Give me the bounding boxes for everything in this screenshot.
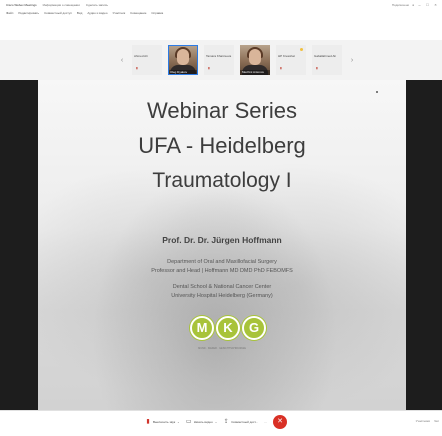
chat-button[interactable]: Чат	[434, 419, 439, 423]
chevron-down-icon[interactable]: ⌄	[215, 420, 218, 424]
logo-tagline: MUND · KIEFER · GESICHTSCHIRURGIE	[198, 347, 246, 350]
logo-letter-g: G	[242, 316, 266, 340]
participant-tile[interactable]: Ahmed Ali ▮	[132, 45, 162, 75]
speaker-title: Professor and Head | Hoffmann MD DMD PhD…	[151, 268, 293, 274]
participants-strip: ‹ Ahmed Ali ▮ Oleg Dyakov Tamara Kharzee…	[0, 40, 442, 81]
app-title-bar: Cisco Webex Meetings Информация о совеща…	[0, 0, 442, 41]
mic-muted-icon: ▮	[136, 66, 138, 70]
menu-view[interactable]: Вид	[77, 11, 82, 15]
participant-video[interactable]: Oleg Dyakov	[168, 45, 198, 75]
tab-webex-meetings[interactable]: Cisco Webex Meetings	[6, 3, 37, 7]
connection-status: Подключено	[391, 3, 410, 7]
participant-tile[interactable]: HP Kresshat ▮	[276, 45, 306, 75]
active-speaker-outline	[168, 45, 198, 75]
participant-name: HP Kresshat	[278, 54, 295, 58]
mic-muted-icon: ▮	[208, 66, 210, 70]
participant-name: Gaballahmed Ali	[314, 54, 336, 58]
shared-content-stage: Webinar Series UFA - Heidelberg Traumato…	[0, 80, 442, 410]
mouse-cursor	[376, 91, 378, 93]
logo-letter-k: K	[216, 316, 240, 340]
lock-icon: ●	[412, 3, 414, 7]
mic-muted-icon: ▮	[280, 66, 282, 70]
menu-bar: Файл Редактировать Совместный доступ Вид…	[6, 11, 163, 15]
leave-meeting-button[interactable]: ✕	[273, 415, 288, 429]
logo-letter-m: M	[190, 316, 214, 340]
share-label: Совместный дост...	[231, 420, 259, 424]
close-button[interactable]: ×	[433, 3, 438, 7]
mic-muted-icon: ▮	[316, 66, 318, 70]
camera-icon: ▭	[185, 419, 192, 425]
participant-face	[249, 49, 261, 65]
maximize-button[interactable]: □	[425, 3, 430, 7]
logo-circles: M K G	[190, 316, 266, 340]
chevron-left-icon[interactable]: ‹	[118, 40, 126, 80]
menu-edit[interactable]: Редактировать	[18, 11, 39, 15]
right-panel-controls: Участники Чат	[416, 419, 439, 423]
start-video-label: Начать видео	[193, 420, 213, 424]
menu-help[interactable]: Справка	[151, 11, 163, 15]
speaker-department: Department of Oral and Maxillofacial Sur…	[167, 259, 277, 265]
chevron-down-icon[interactable]: ⌄	[177, 420, 180, 424]
more-options-button[interactable]: …	[264, 415, 267, 429]
menu-participant[interactable]: Участник	[113, 11, 126, 15]
participant-name: Tamara Kharzeeva	[206, 54, 232, 58]
mute-label: Выключить звук	[153, 420, 176, 424]
participant-tile[interactable]: Gaballahmed Ali ▮	[312, 45, 342, 75]
menu-share[interactable]: Совместный доступ	[44, 11, 72, 15]
mute-button[interactable]: ▮ Выключить звук ⌄	[145, 415, 180, 429]
menu-file[interactable]: Файл	[6, 11, 13, 15]
slide-title-line3: Traumatology I	[152, 169, 292, 192]
chevron-right-icon[interactable]: ›	[348, 40, 356, 80]
share-icon: ⇪	[223, 419, 229, 425]
minimize-button[interactable]: –	[417, 3, 422, 7]
menu-audio-video[interactable]: Аудио и видео	[87, 11, 107, 15]
institution-line2: University Hospital Heidelberg (Germany)	[171, 293, 273, 299]
tab-meeting-info[interactable]: Информация о совещании	[43, 3, 80, 7]
share-button[interactable]: ⇪ Совместный дост...	[223, 415, 258, 429]
institution-line1: Dental School & National Cancer Center	[172, 284, 272, 290]
tab-record[interactable]: Сделать запись	[86, 3, 108, 7]
meeting-controls-bar: ▮ Выключить звук ⌄ ▭ Начать видео ⌄ ⇪ Со…	[0, 410, 442, 436]
participant-name: Mechini Antonov	[240, 70, 270, 75]
participant-video[interactable]: Mechini Antonov	[240, 45, 270, 75]
top-tab-row: Cisco Webex Meetings Информация о совеща…	[6, 3, 108, 7]
raise-hand-icon	[300, 48, 303, 51]
mkg-logo: M K G MUND · KIEFER · GESICHTSCHIRURGIE	[186, 316, 266, 364]
menu-meeting[interactable]: Совещание	[130, 11, 146, 15]
slide-title-line2: UFA - Heidelberg	[138, 133, 306, 158]
participant-name: Ahmed Ali	[134, 54, 148, 58]
slide-title-line1: Webinar Series	[147, 98, 297, 123]
speaker-name: Prof. Dr. Dr. Jürgen Hoffmann	[162, 235, 282, 245]
mic-muted-icon: ▮	[146, 419, 150, 425]
more-icon: …	[264, 420, 268, 424]
participant-tile[interactable]: Tamara Kharzeeva ▮	[204, 45, 234, 75]
participants-button[interactable]: Участники	[416, 419, 430, 423]
window-controls: Подключено ● – □ ×	[391, 3, 438, 8]
meeting-controls: ▮ Выключить звук ⌄ ▭ Начать видео ⌄ ⇪ Со…	[145, 415, 288, 429]
participant-tiles: ‹ Ahmed Ali ▮ Oleg Dyakov Tamara Kharzee…	[118, 40, 356, 80]
start-video-button[interactable]: ▭ Начать видео ⌄	[185, 415, 218, 429]
presentation-slide: Webinar Series UFA - Heidelberg Traumato…	[38, 80, 406, 410]
